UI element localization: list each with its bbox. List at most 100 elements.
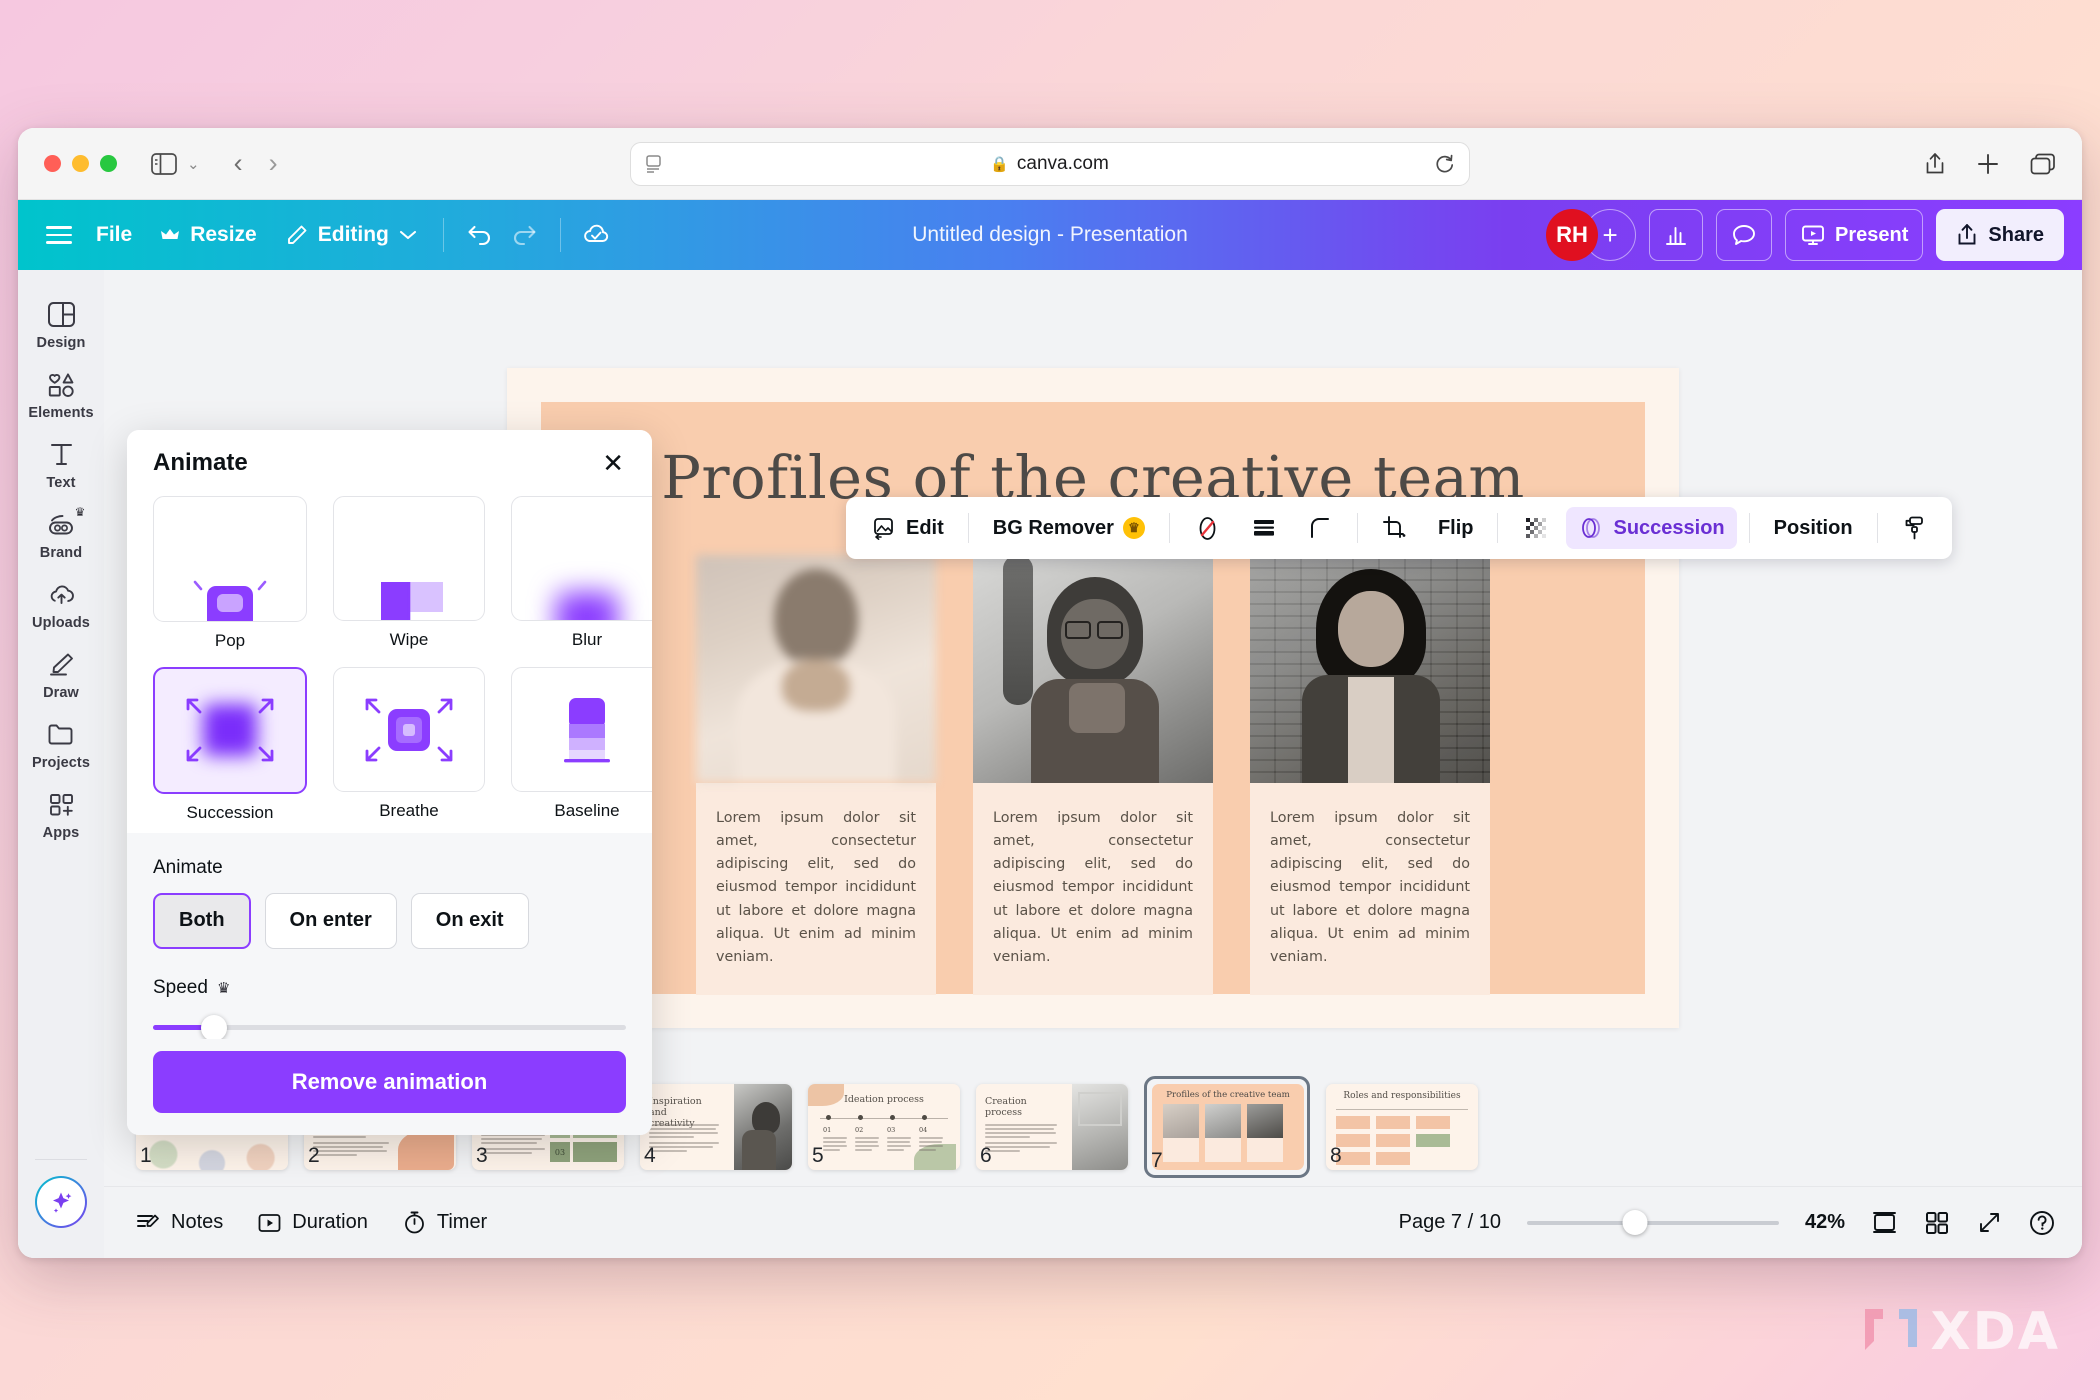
slider-knob[interactable] bbox=[201, 1014, 228, 1039]
animation-card-succession[interactable]: Succession bbox=[153, 667, 307, 822]
crop-button[interactable] bbox=[1370, 507, 1420, 549]
duration-button[interactable]: Duration bbox=[257, 1211, 368, 1235]
edit-label: Edit bbox=[906, 516, 944, 539]
animate-panel-footer: Remove animation bbox=[127, 1039, 652, 1135]
close-window-button[interactable] bbox=[44, 155, 61, 172]
mode-on-enter-button[interactable]: On enter bbox=[264, 892, 397, 949]
avatar[interactable]: RH bbox=[1546, 209, 1599, 261]
file-label: File bbox=[96, 223, 133, 246]
animation-grid: Pop Wipe Blur Succession Breathe Baselin… bbox=[153, 496, 652, 823]
text-t-icon bbox=[46, 439, 77, 470]
divider bbox=[1168, 513, 1170, 543]
blurred-portrait-woman[interactable] bbox=[696, 555, 936, 783]
position-button[interactable]: Position bbox=[1762, 509, 1865, 548]
zoom-slider[interactable] bbox=[1526, 1209, 1779, 1237]
animation-card-pop[interactable]: Pop bbox=[153, 496, 307, 651]
file-menu-button[interactable]: File bbox=[82, 215, 146, 255]
thumbnail-number: 2 bbox=[308, 1144, 320, 1167]
pencil-icon bbox=[285, 224, 308, 247]
speed-slider[interactable] bbox=[153, 1013, 626, 1039]
page-thumbnail-4[interactable]: Inspiration and creativity 4 bbox=[640, 1084, 792, 1170]
remove-animation-button[interactable]: Remove animation bbox=[153, 1051, 626, 1113]
animation-card-wipe[interactable]: Wipe bbox=[333, 496, 485, 651]
expand-fullscreen-icon[interactable] bbox=[1976, 1210, 2002, 1236]
editing-mode-button[interactable]: Editing bbox=[271, 215, 431, 255]
help-question-icon[interactable] bbox=[2028, 1209, 2056, 1237]
present-label: Present bbox=[1835, 223, 1909, 246]
profile-card[interactable]: Lorem ipsum dolor sit amet, consectetur … bbox=[973, 555, 1213, 996]
plus-icon[interactable] bbox=[1976, 152, 2000, 176]
address-bar[interactable]: 🔒 canva.com bbox=[630, 141, 1470, 186]
animation-card-blur[interactable]: Blur bbox=[511, 496, 652, 651]
animation-label: Wipe bbox=[389, 629, 429, 649]
page-thumbnail-5[interactable]: Ideation process 01 02 03 04 5 bbox=[808, 1084, 960, 1170]
page-thumbnail-6[interactable]: Creation process 6 bbox=[976, 1084, 1128, 1170]
notes-button[interactable]: Notes bbox=[136, 1211, 223, 1235]
sidebar-toggle-icon[interactable] bbox=[151, 152, 177, 175]
page-thumbnail-8[interactable]: Roles and responsibilities 8 bbox=[1326, 1084, 1478, 1170]
sidebar-item-projects[interactable]: Projects bbox=[22, 708, 100, 778]
pencil-draw-icon bbox=[46, 649, 77, 680]
sidebar-item-text[interactable]: Text bbox=[22, 428, 100, 498]
minimize-window-button[interactable] bbox=[72, 155, 89, 172]
animation-card-baseline[interactable]: Baseline bbox=[511, 667, 652, 822]
portrait-woman-brick-wall[interactable] bbox=[1250, 555, 1490, 783]
sidebar-item-uploads[interactable]: Uploads bbox=[22, 568, 100, 638]
edit-image-button[interactable]: Edit bbox=[860, 508, 956, 549]
corner-radius-button[interactable] bbox=[1295, 507, 1345, 549]
sidebar-item-draw[interactable]: Draw bbox=[22, 638, 100, 708]
page-thumbnail-7[interactable]: Profiles of the creative team 7 bbox=[1144, 1076, 1310, 1178]
flip-button[interactable]: Flip bbox=[1426, 509, 1486, 548]
sidebar-item-design[interactable]: Design bbox=[22, 288, 100, 358]
sidebar-item-brand[interactable]: ♛ Brand bbox=[22, 498, 100, 568]
comment-button[interactable] bbox=[1716, 209, 1773, 261]
slide-content[interactable]: Profiles of the creative team Lorem ipsu… bbox=[541, 402, 1645, 996]
animation-card-breathe[interactable]: Breathe bbox=[333, 667, 485, 822]
transparency-button[interactable] bbox=[1182, 507, 1233, 550]
align-button[interactable] bbox=[1239, 507, 1289, 549]
close-x-icon[interactable]: ✕ bbox=[602, 450, 624, 476]
style-paint-button[interactable] bbox=[1890, 507, 1938, 549]
sidebar-item-elements[interactable]: Elements bbox=[22, 358, 100, 428]
present-button[interactable]: Present bbox=[1785, 209, 1924, 261]
undo-icon[interactable] bbox=[456, 212, 502, 258]
animate-succession-button[interactable]: Succession bbox=[1566, 507, 1737, 549]
bg-remover-button[interactable]: BG Remover ♛ bbox=[981, 509, 1157, 548]
share-button[interactable]: Share bbox=[1936, 209, 2064, 261]
profile-card[interactable]: Lorem ipsum dolor sit amet, consectetur … bbox=[1250, 555, 1490, 996]
forward-chevron-icon[interactable]: › bbox=[269, 150, 278, 177]
maximize-window-button[interactable] bbox=[100, 155, 117, 172]
share-icon[interactable] bbox=[1924, 152, 1946, 176]
mode-on-exit-button[interactable]: On exit bbox=[410, 892, 529, 949]
baseline-preview-icon bbox=[511, 667, 652, 792]
browser-chrome-actions bbox=[1924, 152, 2056, 176]
portrait-woman-glasses-hijab[interactable] bbox=[973, 555, 1213, 783]
back-chevron-icon[interactable]: ‹ bbox=[234, 150, 243, 177]
document-title[interactable]: Untitled design - Presentation bbox=[912, 223, 1188, 247]
animation-label: Succession bbox=[186, 802, 274, 822]
timer-button[interactable]: Timer bbox=[402, 1210, 487, 1235]
share-upload-icon bbox=[1956, 223, 1978, 247]
sidebar-item-apps[interactable]: Apps bbox=[22, 778, 100, 848]
magic-studio-button[interactable] bbox=[35, 1176, 87, 1228]
mode-both-button[interactable]: Both bbox=[153, 892, 251, 949]
blur-preview-icon bbox=[511, 496, 652, 621]
grid-view-icon[interactable] bbox=[1924, 1210, 1950, 1236]
reader-view-icon[interactable] bbox=[645, 154, 665, 174]
hamburger-icon[interactable] bbox=[36, 212, 82, 258]
zoom-knob[interactable] bbox=[1622, 1210, 1648, 1235]
reload-icon[interactable] bbox=[1434, 153, 1455, 174]
resize-button[interactable]: Resize bbox=[146, 215, 271, 255]
cloud-saved-icon[interactable] bbox=[573, 212, 619, 258]
xda-bracket-logo bbox=[1861, 1303, 1921, 1361]
insights-button[interactable] bbox=[1649, 209, 1704, 261]
thumbnail-number: 4 bbox=[644, 1144, 656, 1167]
tab-overview-icon[interactable] bbox=[2030, 152, 2056, 176]
profile-caption: Lorem ipsum dolor sit amet, consectetur … bbox=[1250, 783, 1490, 996]
duration-play-icon bbox=[257, 1211, 282, 1235]
chevron-down-icon[interactable]: ⌄ bbox=[187, 155, 200, 173]
fit-page-icon[interactable] bbox=[1871, 1210, 1898, 1235]
profile-card[interactable]: Lorem ipsum dolor sit amet, consectetur … bbox=[696, 555, 936, 996]
redo-icon[interactable] bbox=[502, 212, 548, 258]
transparency-checker-button[interactable] bbox=[1510, 507, 1560, 549]
